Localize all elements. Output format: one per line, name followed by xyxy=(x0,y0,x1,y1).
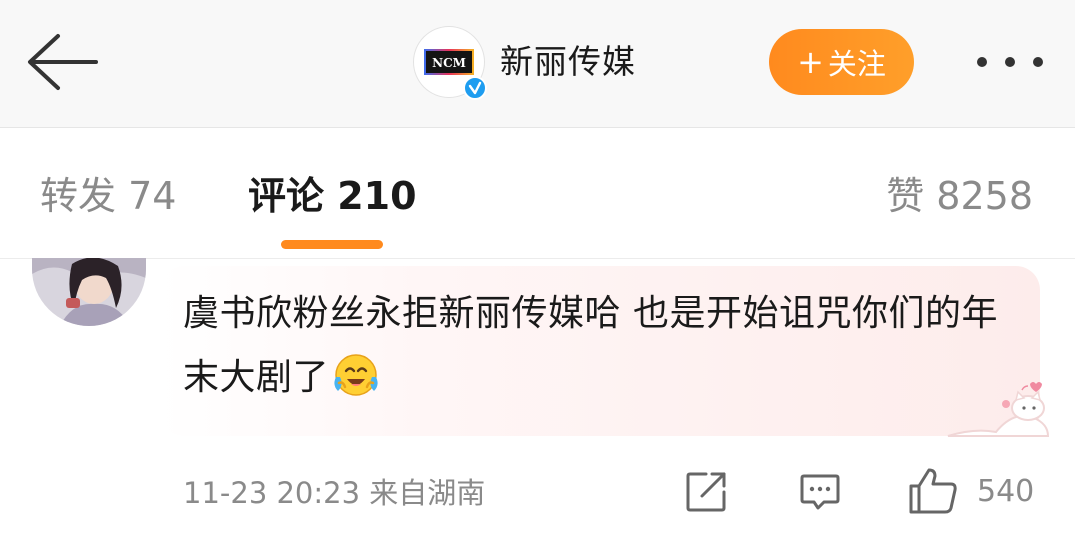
svg-text:NCM: NCM xyxy=(432,56,466,70)
plus-icon: + xyxy=(797,43,824,81)
follow-label: 关注 xyxy=(827,47,886,81)
active-tab-indicator xyxy=(281,240,383,249)
thumbs-up-icon xyxy=(909,468,957,514)
commenter-avatar[interactable] xyxy=(32,258,146,326)
back-arrow-icon xyxy=(28,34,98,90)
share-button[interactable] xyxy=(684,470,728,514)
weibo-comment-page: NCM 新丽传媒 + 关注 转发 74 评论 210 赞 8258 虞书欣粉丝永… xyxy=(0,0,1075,545)
tab-comments[interactable]: 评论 210 xyxy=(248,172,417,220)
comment-body: 虞书欣粉丝永拒新丽传媒哈 也是开始诅咒你们的年末大剧了 xyxy=(183,293,998,398)
tab-likes[interactable]: 赞 8258 xyxy=(886,172,1033,220)
back-button[interactable] xyxy=(22,30,102,94)
verified-icon xyxy=(463,76,487,100)
more-button[interactable] xyxy=(970,44,1050,80)
comment-meta: 11-23 20:23 来自湖南 xyxy=(183,476,486,510)
share-icon xyxy=(686,472,726,512)
like-button[interactable]: 540 xyxy=(907,466,1047,514)
more-icon xyxy=(977,57,1043,67)
comment-icon xyxy=(800,474,840,510)
ncm-logo: NCM xyxy=(424,49,474,75)
comment-text: 虞书欣粉丝永拒新丽传媒哈 也是开始诅咒你们的年末大剧了 xyxy=(183,282,1023,410)
tab-repost[interactable]: 转发 74 xyxy=(40,172,176,220)
tab-bar: 转发 74 评论 210 赞 8258 xyxy=(0,128,1075,259)
avatar-image xyxy=(32,258,146,326)
top-bar: NCM 新丽传媒 + 关注 xyxy=(0,0,1075,128)
reply-button[interactable] xyxy=(798,470,842,514)
crying-laughing-emoji-icon xyxy=(334,354,378,396)
account-name[interactable]: 新丽传媒 xyxy=(500,40,636,84)
follow-button[interactable]: + 关注 xyxy=(769,29,914,95)
like-count: 540 xyxy=(977,474,1035,509)
